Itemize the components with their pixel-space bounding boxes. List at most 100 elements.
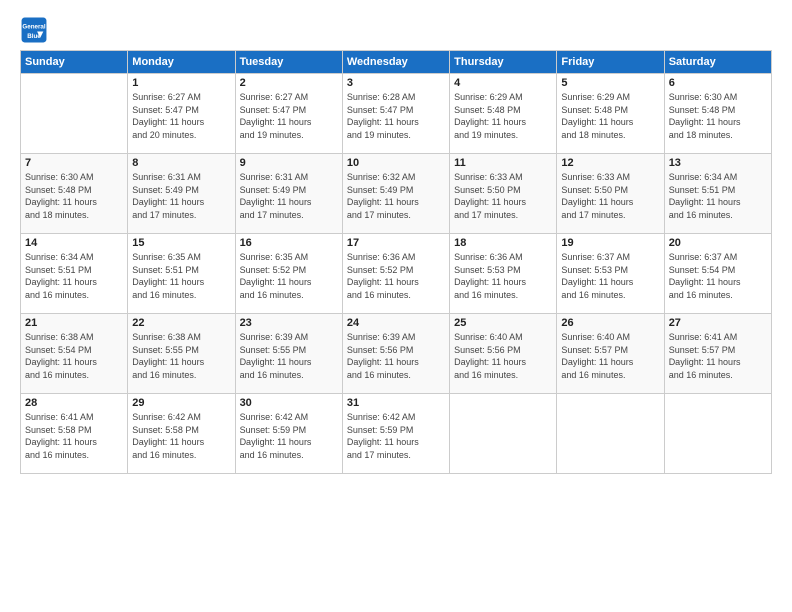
calendar-cell: 30 Sunrise: 6:42 AMSunset: 5:59 PMDayligh… bbox=[235, 394, 342, 474]
day-number: 26 bbox=[561, 317, 659, 329]
cell-detail: Sunrise: 6:39 AMSunset: 5:56 PMDaylight:… bbox=[347, 331, 445, 381]
header-area: General Blue bbox=[20, 16, 772, 44]
logo-icon: General Blue bbox=[20, 16, 48, 44]
day-number: 12 bbox=[561, 157, 659, 169]
day-number: 2 bbox=[240, 77, 338, 89]
day-number: 28 bbox=[25, 397, 123, 409]
svg-text:General: General bbox=[22, 23, 45, 30]
cell-detail: Sunrise: 6:38 AMSunset: 5:54 PMDaylight:… bbox=[25, 331, 123, 381]
cell-detail: Sunrise: 6:28 AMSunset: 5:47 PMDaylight:… bbox=[347, 91, 445, 141]
header-cell-thursday: Thursday bbox=[450, 51, 557, 74]
calendar-cell bbox=[557, 394, 664, 474]
calendar-cell: 20 Sunrise: 6:37 AMSunset: 5:54 PMDayligh… bbox=[664, 234, 771, 314]
calendar-cell: 28 Sunrise: 6:41 AMSunset: 5:58 PMDayligh… bbox=[21, 394, 128, 474]
calendar-cell: 24Sunrise: 6:39 AMSunset: 5:56 PMDayligh… bbox=[342, 314, 449, 394]
calendar-cell bbox=[664, 394, 771, 474]
day-number: 27 bbox=[669, 317, 767, 329]
cell-detail: Sunrise: 6:27 AMSunset: 5:47 PMDaylight:… bbox=[240, 91, 338, 141]
calendar-cell: 8 Sunrise: 6:31 AMSunset: 5:49 PMDaylight… bbox=[128, 154, 235, 234]
day-number: 22 bbox=[132, 317, 230, 329]
day-number: 6 bbox=[669, 77, 767, 89]
calendar-cell: 31 Sunrise: 6:42 AMSunset: 5:59 PMDayligh… bbox=[342, 394, 449, 474]
calendar-header-row: SundayMondayTuesdayWednesdayThursdayFrid… bbox=[21, 51, 772, 74]
cell-detail: Sunrise: 6:38 AMSunset: 5:55 PMDaylight:… bbox=[132, 331, 230, 381]
cell-detail: Sunrise: 6:29 AMSunset: 5:48 PMDaylight:… bbox=[561, 91, 659, 141]
calendar-cell: 2 Sunrise: 6:27 AMSunset: 5:47 PMDaylight… bbox=[235, 74, 342, 154]
cell-detail: Sunrise: 6:42 AMSunset: 5:59 PMDaylight:… bbox=[240, 411, 338, 461]
calendar-cell: 18 Sunrise: 6:36 AMSunset: 5:53 PMDayligh… bbox=[450, 234, 557, 314]
day-number: 30 bbox=[240, 397, 338, 409]
header-cell-wednesday: Wednesday bbox=[342, 51, 449, 74]
calendar-week-3: 14Sunrise: 6:34 AMSunset: 5:51 PMDayligh… bbox=[21, 234, 772, 314]
calendar-cell: 15 Sunrise: 6:35 AMSunset: 5:51 PMDayligh… bbox=[128, 234, 235, 314]
day-number: 13 bbox=[669, 157, 767, 169]
svg-text:Blue: Blue bbox=[27, 33, 41, 40]
day-number: 17 bbox=[347, 237, 445, 249]
day-number: 29 bbox=[132, 397, 230, 409]
cell-detail: Sunrise: 6:41 AMSunset: 5:58 PMDaylight:… bbox=[25, 411, 123, 461]
header-cell-monday: Monday bbox=[128, 51, 235, 74]
day-number: 14 bbox=[25, 237, 123, 249]
header-cell-sunday: Sunday bbox=[21, 51, 128, 74]
cell-detail: Sunrise: 6:27 AMSunset: 5:47 PMDaylight:… bbox=[132, 91, 230, 141]
calendar-cell: 3 Sunrise: 6:28 AMSunset: 5:47 PMDaylight… bbox=[342, 74, 449, 154]
calendar-cell: 14Sunrise: 6:34 AMSunset: 5:51 PMDayligh… bbox=[21, 234, 128, 314]
calendar-cell: 11 Sunrise: 6:33 AMSunset: 5:50 PMDayligh… bbox=[450, 154, 557, 234]
calendar-cell: 21 Sunrise: 6:38 AMSunset: 5:54 PMDayligh… bbox=[21, 314, 128, 394]
calendar-cell: 22 Sunrise: 6:38 AMSunset: 5:55 PMDayligh… bbox=[128, 314, 235, 394]
cell-detail: Sunrise: 6:31 AMSunset: 5:49 PMDaylight:… bbox=[132, 171, 230, 221]
cell-detail: Sunrise: 6:33 AMSunset: 5:50 PMDaylight:… bbox=[561, 171, 659, 221]
cell-detail: Sunrise: 6:30 AMSunset: 5:48 PMDaylight:… bbox=[25, 171, 123, 221]
day-number: 4 bbox=[454, 77, 552, 89]
day-number: 31 bbox=[347, 397, 445, 409]
calendar-cell: 27Sunrise: 6:41 AMSunset: 5:57 PMDayligh… bbox=[664, 314, 771, 394]
day-number: 9 bbox=[240, 157, 338, 169]
calendar-cell: 29 Sunrise: 6:42 AMSunset: 5:58 PMDayligh… bbox=[128, 394, 235, 474]
cell-detail: Sunrise: 6:29 AMSunset: 5:48 PMDaylight:… bbox=[454, 91, 552, 141]
calendar-cell: 23Sunrise: 6:39 AMSunset: 5:55 PMDayligh… bbox=[235, 314, 342, 394]
calendar-cell: 17 Sunrise: 6:36 AMSunset: 5:52 PMDayligh… bbox=[342, 234, 449, 314]
cell-detail: Sunrise: 6:42 AMSunset: 5:59 PMDaylight:… bbox=[347, 411, 445, 461]
day-number: 21 bbox=[25, 317, 123, 329]
calendar-cell: 6Sunrise: 6:30 AMSunset: 5:48 PMDaylight… bbox=[664, 74, 771, 154]
day-number: 15 bbox=[132, 237, 230, 249]
cell-detail: Sunrise: 6:35 AMSunset: 5:52 PMDaylight:… bbox=[240, 251, 338, 301]
calendar-cell: 16 Sunrise: 6:35 AMSunset: 5:52 PMDayligh… bbox=[235, 234, 342, 314]
day-number: 16 bbox=[240, 237, 338, 249]
cell-detail: Sunrise: 6:40 AMSunset: 5:56 PMDaylight:… bbox=[454, 331, 552, 381]
cell-detail: Sunrise: 6:36 AMSunset: 5:53 PMDaylight:… bbox=[454, 251, 552, 301]
day-number: 18 bbox=[454, 237, 552, 249]
cell-detail: Sunrise: 6:37 AMSunset: 5:53 PMDaylight:… bbox=[561, 251, 659, 301]
day-number: 20 bbox=[669, 237, 767, 249]
calendar-cell: 10Sunrise: 6:32 AMSunset: 5:49 PMDayligh… bbox=[342, 154, 449, 234]
header-cell-saturday: Saturday bbox=[664, 51, 771, 74]
calendar-cell: 25 Sunrise: 6:40 AMSunset: 5:56 PMDayligh… bbox=[450, 314, 557, 394]
calendar-cell: 5Sunrise: 6:29 AMSunset: 5:48 PMDaylight… bbox=[557, 74, 664, 154]
day-number: 3 bbox=[347, 77, 445, 89]
logo: General Blue bbox=[20, 16, 52, 44]
header-cell-tuesday: Tuesday bbox=[235, 51, 342, 74]
calendar-body: 1 Sunrise: 6:27 AMSunset: 5:47 PMDaylight… bbox=[21, 74, 772, 474]
day-number: 23 bbox=[240, 317, 338, 329]
calendar-page: General Blue SundayMondayTuesdayWednesda… bbox=[0, 0, 792, 612]
cell-detail: Sunrise: 6:34 AMSunset: 5:51 PMDaylight:… bbox=[669, 171, 767, 221]
day-number: 25 bbox=[454, 317, 552, 329]
calendar-table: SundayMondayTuesdayWednesdayThursdayFrid… bbox=[20, 50, 772, 474]
header-cell-friday: Friday bbox=[557, 51, 664, 74]
day-number: 10 bbox=[347, 157, 445, 169]
cell-detail: Sunrise: 6:35 AMSunset: 5:51 PMDaylight:… bbox=[132, 251, 230, 301]
cell-detail: Sunrise: 6:33 AMSunset: 5:50 PMDaylight:… bbox=[454, 171, 552, 221]
calendar-cell: 26Sunrise: 6:40 AMSunset: 5:57 PMDayligh… bbox=[557, 314, 664, 394]
calendar-week-4: 21 Sunrise: 6:38 AMSunset: 5:54 PMDayligh… bbox=[21, 314, 772, 394]
cell-detail: Sunrise: 6:37 AMSunset: 5:54 PMDaylight:… bbox=[669, 251, 767, 301]
cell-detail: Sunrise: 6:36 AMSunset: 5:52 PMDaylight:… bbox=[347, 251, 445, 301]
calendar-cell: 4 Sunrise: 6:29 AMSunset: 5:48 PMDaylight… bbox=[450, 74, 557, 154]
cell-detail: Sunrise: 6:31 AMSunset: 5:49 PMDaylight:… bbox=[240, 171, 338, 221]
day-number: 11 bbox=[454, 157, 552, 169]
day-number: 1 bbox=[132, 77, 230, 89]
day-number: 8 bbox=[132, 157, 230, 169]
day-number: 19 bbox=[561, 237, 659, 249]
cell-detail: Sunrise: 6:42 AMSunset: 5:58 PMDaylight:… bbox=[132, 411, 230, 461]
day-number: 7 bbox=[25, 157, 123, 169]
calendar-cell: 1 Sunrise: 6:27 AMSunset: 5:47 PMDaylight… bbox=[128, 74, 235, 154]
